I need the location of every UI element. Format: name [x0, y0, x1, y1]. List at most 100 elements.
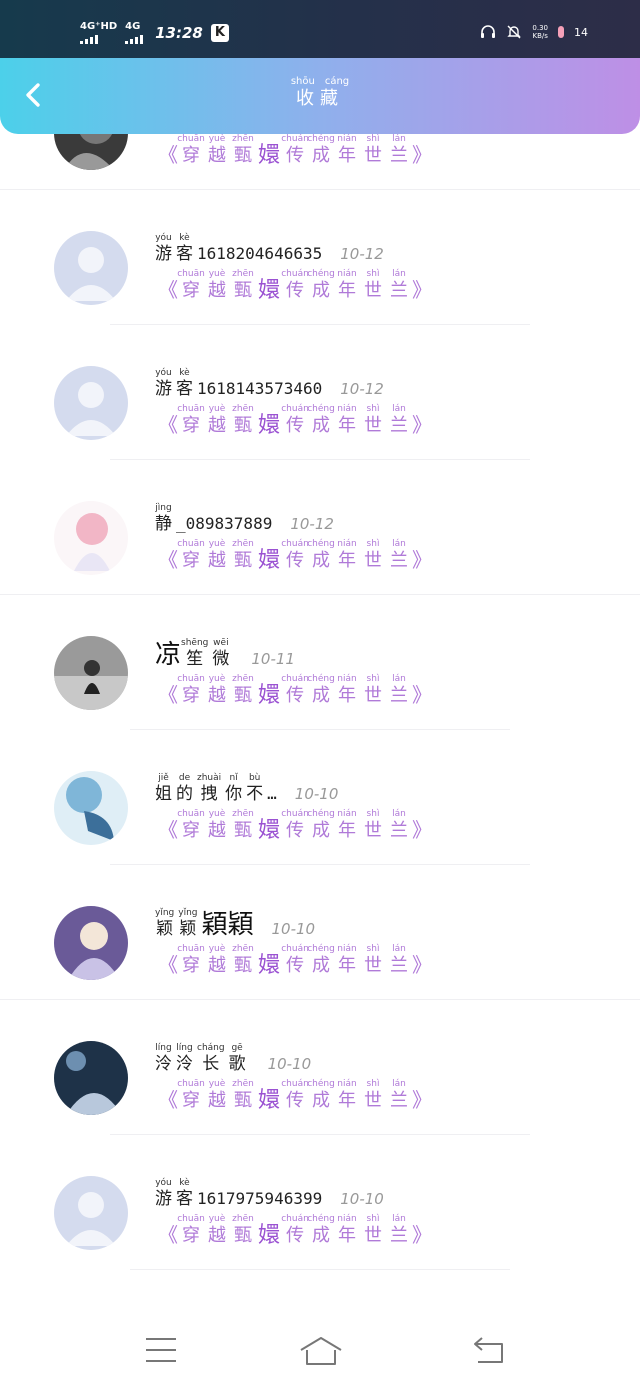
favorite-entry[interactable]: jiě 姐 de 的 zhuài 拽 nǐ 你 bù 不… 10-10 《 chuān 穿 yuè 越 zhēn… — [0, 730, 640, 865]
avatar[interactable] — [54, 771, 128, 845]
favorite-entry[interactable]: paulsmitwmhd10-12《chuān穿yuè越zhēn甄嬛chuán传… — [0, 134, 640, 190]
favorite-entry[interactable]: 凉 shēng 笙 wēi 微 10-11 《 chuān 穿 yuè 越 zhēn 甄嬛 chuán 传 c… — [0, 595, 640, 730]
title-char: lán 兰 — [388, 269, 410, 302]
pinyin: chuán — [281, 674, 309, 684]
pinyin: nián — [337, 404, 357, 414]
signal-sim2: 4G — [125, 22, 144, 44]
pinyin: chéng — [307, 1079, 335, 1089]
entry-date: 10-12 — [340, 245, 384, 263]
pinyin: yuè — [208, 944, 226, 954]
favorite-entry[interactable]: líng 泠 líng 泠 cháng 长 gē 歌 10-10 《 chuān 穿 yuè 越 zhēn 甄… — [0, 1000, 640, 1135]
hanzi: 甄 — [234, 685, 252, 706]
hanzi: 兰 — [390, 955, 408, 976]
title-text: 收藏 — [296, 88, 344, 109]
favorite-entry[interactable]: jìng 静 _089837889 10-12 《 chuān 穿 yuè 越 zhēn 甄嬛 chu… — [0, 460, 640, 595]
pinyin: shì — [366, 134, 380, 144]
pinyin: chuān — [177, 269, 205, 279]
pinyin: chuán — [281, 809, 309, 819]
favorite-entry[interactable]: yóu 游 kè 客 1618204646635 10-12 《 chuān 穿 yuè 越 zhēn… — [0, 190, 640, 325]
close-quote: 》 — [412, 818, 432, 842]
hanzi: 传 — [286, 820, 304, 841]
favorite-entry[interactable]: yóu 游 kè 客 1618143573460 10-12 《 chuān 穿 yuè 越 zhēn… — [0, 325, 640, 460]
pinyin: bù — [248, 773, 261, 783]
avatar[interactable] — [54, 636, 128, 710]
hanzi: 游 — [155, 244, 172, 264]
user-name-char: bù 不 — [246, 773, 263, 804]
hanzi: 越 — [208, 415, 226, 436]
avatar[interactable] — [54, 231, 128, 305]
hanzi: 甄 — [234, 550, 252, 571]
pinyin: chuán — [281, 944, 309, 954]
title-char: nián 年 — [336, 1214, 358, 1247]
title-char: chéng 成 — [307, 404, 335, 437]
title-char: 嬛 — [258, 404, 280, 437]
hanzi: 世 — [364, 280, 382, 301]
user-name-char: shēng 笙 — [181, 638, 208, 669]
avatar[interactable] — [54, 1041, 128, 1115]
pinyin: chuān — [177, 944, 205, 954]
user-name: jìng 静 _089837889 — [155, 503, 272, 534]
mute-bell-icon — [507, 25, 522, 39]
user-name-char: yóu 游 — [155, 233, 172, 264]
title-char: chuán 传 — [281, 539, 309, 572]
title-char: yuè 越 — [206, 269, 228, 302]
back-icon[interactable] — [472, 1336, 504, 1364]
hanzi: 世 — [364, 1225, 382, 1246]
title-char: chuán 传 — [281, 1079, 309, 1112]
menu-icon[interactable] — [145, 1336, 177, 1364]
work-title[interactable]: 《 chuān 穿 yuè 越 zhēn 甄嬛 chuán 传 chéng 成 nián 年 shì 世 lá… — [158, 134, 432, 167]
work-title[interactable]: 《 chuān 穿 yuè 越 zhēn 甄嬛 chuán 传 chéng 成 nián 年 shì 世 lá… — [158, 269, 432, 302]
work-title[interactable]: 《 chuān 穿 yuè 越 zhēn 甄嬛 chuán 传 chéng 成 nián 年 shì 世 lá… — [158, 674, 432, 707]
pinyin: chéng — [307, 944, 335, 954]
user-name: yóu 游 kè 客 1617975946399 — [155, 1178, 322, 1209]
pinyin: nián — [337, 1214, 357, 1224]
favorite-entry[interactable]: yóu 游 kè 客 1617975946399 10-10 《 chuān 穿 yuè 越 zhēn… — [0, 1135, 640, 1270]
user-name-char: nǐ 你 — [225, 773, 242, 804]
pinyin: chéng — [307, 674, 335, 684]
pinyin: shì — [366, 269, 380, 279]
pinyin: nián — [337, 134, 357, 144]
pinyin: chéng — [307, 404, 335, 414]
work-title[interactable]: 《 chuān 穿 yuè 越 zhēn 甄嬛 chuán 传 chéng 成 nián 年 shì 世 lá… — [158, 1214, 432, 1247]
avatar[interactable] — [54, 134, 128, 170]
hanzi: 传 — [286, 550, 304, 571]
work-title[interactable]: 《 chuān 穿 yuè 越 zhēn 甄嬛 chuán 传 chéng 成 nián 年 shì 世 lá… — [158, 1079, 432, 1112]
title-char: chuán 传 — [281, 944, 309, 977]
user-name: yóu 游 kè 客 1618143573460 — [155, 368, 322, 399]
pinyin: chéng — [307, 1214, 335, 1224]
hanzi: 颖 — [156, 919, 174, 939]
user-name-line: líng 泠 líng 泠 cháng 长 gē 歌 10-10 — [155, 1043, 311, 1074]
user-name-char: de 的 — [176, 773, 193, 804]
avatar[interactable] — [54, 501, 128, 575]
avatar[interactable] — [54, 906, 128, 980]
pinyin: chuān — [177, 134, 205, 144]
pinyin: yóu — [155, 233, 172, 243]
entry-date: 10-12 — [340, 380, 384, 398]
hanzi: 年 — [338, 1090, 356, 1111]
hanzi: 成 — [312, 820, 330, 841]
user-name-char: kè 客 — [176, 233, 193, 264]
title-char: zhēn 甄 — [232, 1079, 254, 1112]
avatar[interactable] — [54, 366, 128, 440]
open-quote: 《 — [158, 683, 178, 707]
work-title[interactable]: 《 chuān 穿 yuè 越 zhēn 甄嬛 chuán 传 chéng 成 nián 年 shì 世 lá… — [158, 539, 432, 572]
avatar[interactable] — [54, 1176, 128, 1250]
title-char: 嬛 — [258, 1079, 280, 1112]
hanzi: 甄 — [234, 1090, 252, 1111]
favorites-list[interactable]: paulsmitwmhd10-12《chuān穿yuè越zhēn甄嬛chuán传… — [0, 134, 640, 1312]
sim1-label: 4G⁺HD — [80, 21, 118, 32]
title-char: chéng 成 — [307, 1079, 335, 1112]
work-title[interactable]: 《 chuān 穿 yuè 越 zhēn 甄嬛 chuán 传 chéng 成 nián 年 shì 世 lá… — [158, 404, 432, 437]
hanzi: 世 — [364, 415, 382, 436]
title-char: chéng 成 — [307, 809, 335, 842]
title-char: nián 年 — [336, 1079, 358, 1112]
home-icon[interactable] — [299, 1336, 343, 1366]
pinyin: nián — [337, 809, 357, 819]
signal-bars-icon — [80, 34, 98, 44]
favorite-entry[interactable]: yǐng 颖 yǐng 颖穎穎 10-10 《 chuān 穿 yuè 越 zhēn 甄嬛 chuán 传… — [0, 865, 640, 1000]
hanzi: 年 — [338, 550, 356, 571]
pinyin: lán — [392, 134, 406, 144]
work-title[interactable]: 《 chuān 穿 yuè 越 zhēn 甄嬛 chuán 传 chéng 成 nián 年 shì 世 lá… — [158, 809, 432, 842]
work-title[interactable]: 《 chuān 穿 yuè 越 zhēn 甄嬛 chuán 传 chéng 成 nián 年 shì 世 lá… — [158, 944, 432, 977]
pinyin: lán — [392, 809, 406, 819]
